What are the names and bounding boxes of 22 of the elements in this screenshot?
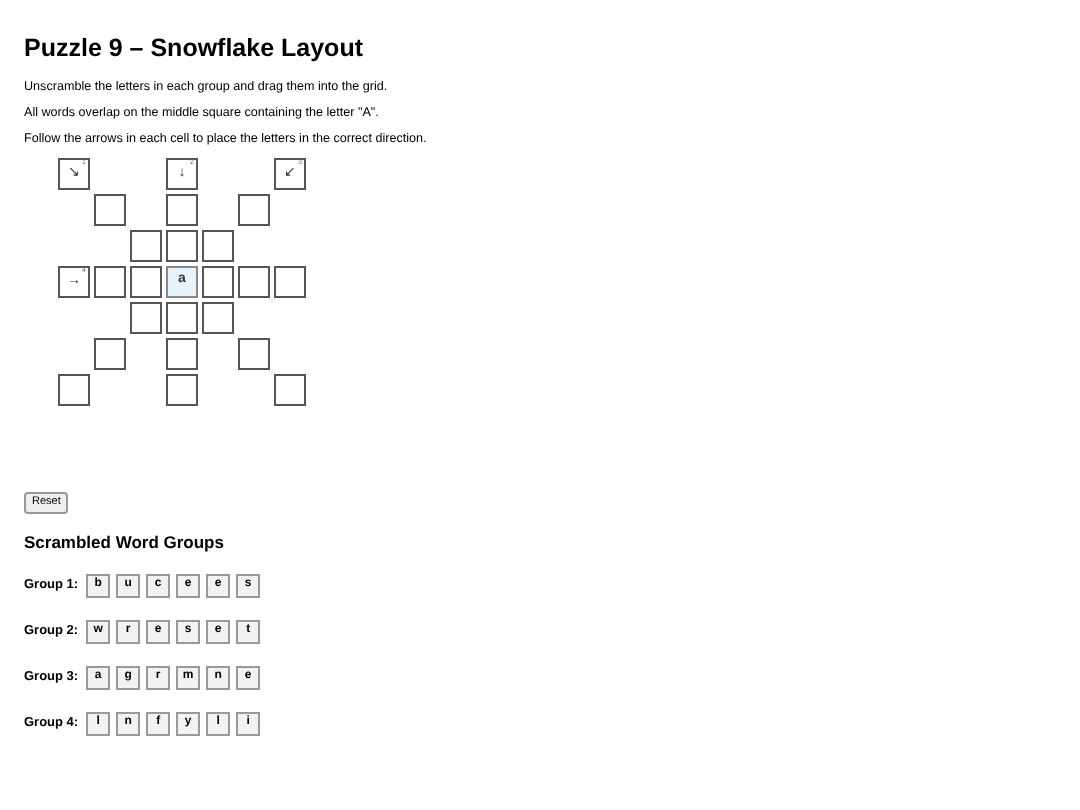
grid-cell[interactable] bbox=[274, 265, 306, 297]
grid-cell[interactable] bbox=[130, 229, 162, 261]
grid-cell[interactable] bbox=[202, 301, 234, 333]
grid-cell[interactable] bbox=[130, 301, 162, 333]
grid-cell[interactable] bbox=[94, 193, 126, 225]
grid-cell[interactable] bbox=[130, 265, 162, 297]
grid-cell[interactable] bbox=[202, 229, 234, 261]
grid-cell[interactable] bbox=[58, 373, 90, 405]
grid-cell[interactable] bbox=[202, 265, 234, 297]
grid-cell[interactable] bbox=[94, 265, 126, 297]
grid-cell[interactable] bbox=[274, 373, 306, 405]
grid-cell[interactable] bbox=[166, 301, 198, 333]
section-heading: Scrambled Word Groups bbox=[24, 531, 226, 551]
page-title: Puzzle 9 – Snowflake Layout bbox=[24, 36, 365, 61]
grid-cell[interactable] bbox=[238, 265, 270, 297]
grid-cell[interactable] bbox=[166, 373, 198, 405]
grid-cell[interactable] bbox=[94, 337, 126, 369]
grid-cell[interactable] bbox=[238, 193, 270, 225]
grid-cell[interactable] bbox=[166, 193, 198, 225]
grid-cell[interactable] bbox=[166, 337, 198, 369]
grid-cell[interactable] bbox=[238, 337, 270, 369]
grid-cell[interactable] bbox=[166, 229, 198, 261]
